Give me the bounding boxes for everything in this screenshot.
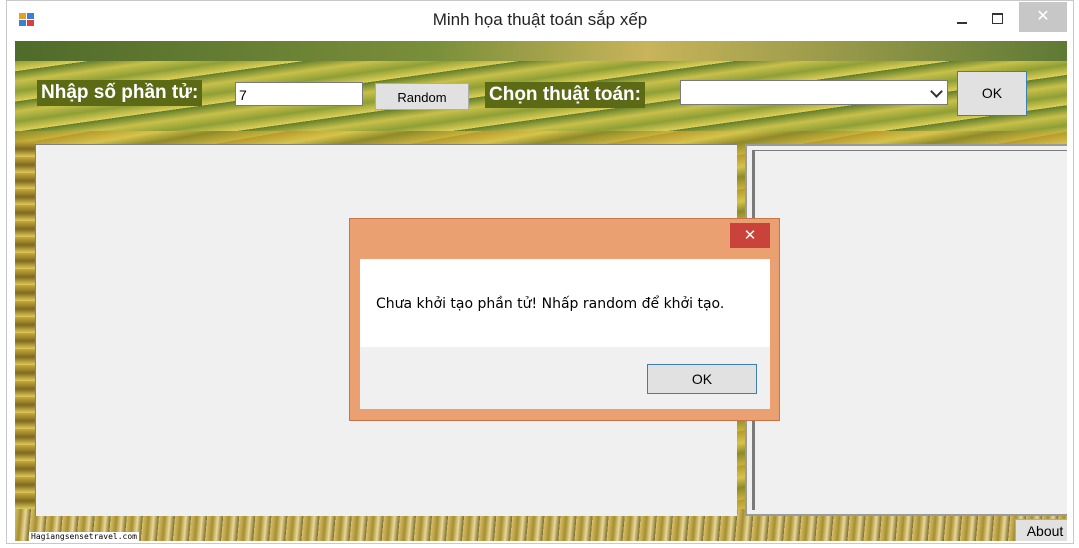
random-button[interactable]: Random	[375, 83, 469, 110]
background-image-left	[15, 141, 35, 521]
window-title: Minh họa thuật toán sắp xếp	[432, 10, 648, 29]
dialog-close-button[interactable]: ✕	[730, 223, 770, 248]
about-button[interactable]: About	[1015, 519, 1067, 541]
minimize-button[interactable]	[949, 7, 975, 31]
message-dialog: ✕ Chưa khởi tạo phần tử! Nhấp random để …	[349, 218, 780, 421]
watermark-text: Hagiangsensetravel.com	[29, 532, 139, 541]
title-bar: Minh họa thuật toán sắp xếp ✕	[7, 1, 1073, 41]
algorithm-label: Chọn thuật toán:	[485, 82, 645, 108]
maximize-button[interactable]	[985, 7, 1011, 31]
dialog-ok-button[interactable]: OK	[647, 364, 757, 394]
dialog-message: Chưa khởi tạo phần tử! Nhấp random để kh…	[376, 296, 725, 312]
chevron-down-icon	[930, 85, 943, 98]
app-window: Minh họa thuật toán sắp xếp ✕ Nhập số ph…	[6, 0, 1074, 544]
algorithm-select[interactable]	[680, 80, 948, 105]
dialog-message-area: Chưa khởi tạo phần tử! Nhấp random để kh…	[360, 259, 770, 347]
code-panel	[745, 144, 1067, 516]
element-count-label: Nhập số phần tử:	[37, 80, 203, 106]
element-count-input[interactable]: 7	[235, 82, 363, 106]
background-image-top	[15, 41, 1067, 61]
ok-button[interactable]: OK	[957, 71, 1027, 116]
dialog-body: Chưa khởi tạo phần tử! Nhấp random để kh…	[360, 259, 770, 409]
code-listbox[interactable]	[752, 150, 1067, 510]
close-button[interactable]: ✕	[1019, 2, 1067, 32]
